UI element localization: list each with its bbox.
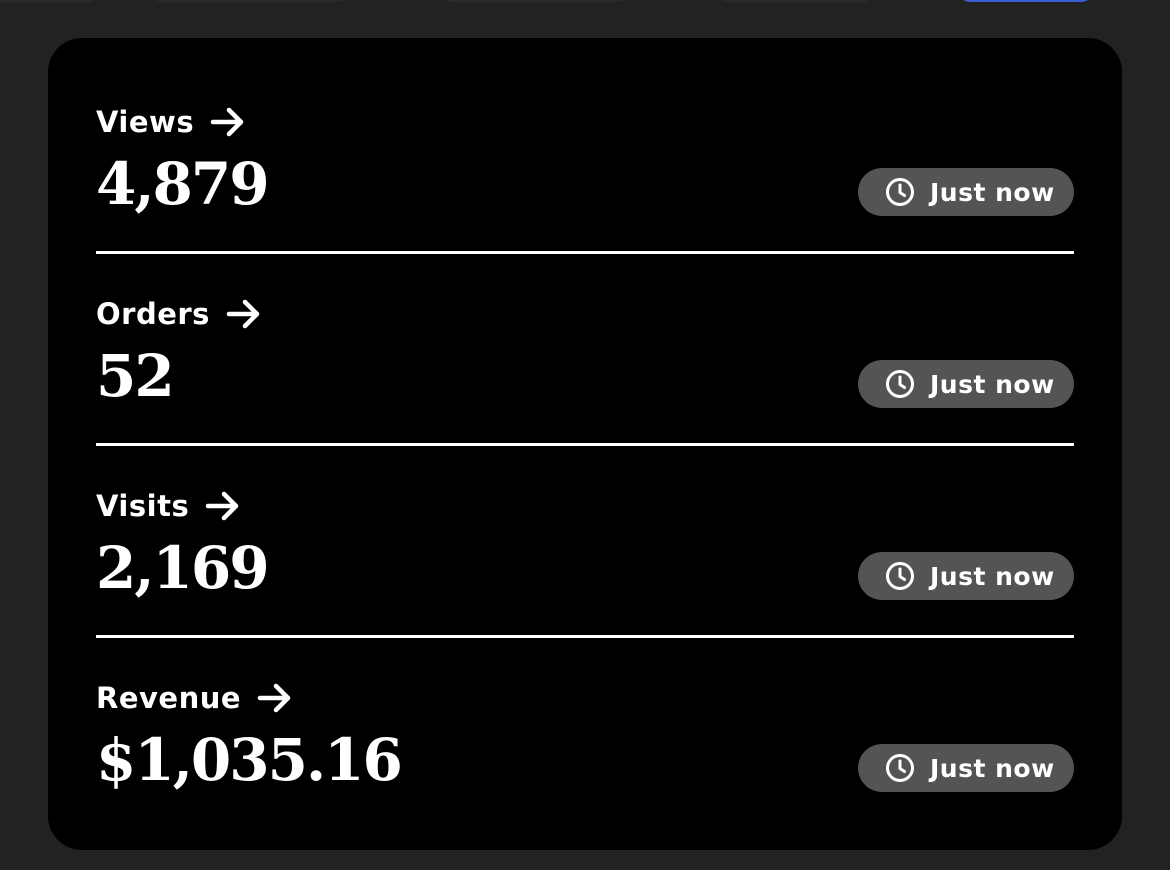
metric-revenue-link[interactable]: Revenue bbox=[96, 678, 295, 718]
tab-3[interactable] bbox=[440, 0, 630, 2]
updated-text: Just now bbox=[930, 561, 1055, 591]
metrics-card: Views 4,879 Just now Orders 52 Just now bbox=[48, 38, 1122, 850]
clock-icon bbox=[884, 560, 916, 592]
metric-label: Views bbox=[96, 105, 195, 139]
metric-views-link[interactable]: Views bbox=[96, 102, 248, 142]
metric-value: $1,035.16 bbox=[96, 726, 403, 794]
updated-badge: Just now bbox=[858, 168, 1074, 216]
updated-badge: Just now bbox=[858, 552, 1074, 600]
metric-revenue: Revenue $1,035.16 Just now bbox=[96, 614, 1074, 806]
metric-label: Visits bbox=[96, 489, 190, 523]
tab-2[interactable] bbox=[150, 0, 350, 2]
clock-icon bbox=[884, 176, 916, 208]
updated-text: Just now bbox=[930, 177, 1055, 207]
arrow-right-icon bbox=[208, 102, 248, 142]
metric-orders: Orders 52 Just now bbox=[96, 230, 1074, 422]
clock-icon bbox=[884, 752, 916, 784]
metric-orders-link[interactable]: Orders bbox=[96, 294, 264, 334]
metric-views: Views 4,879 Just now bbox=[96, 38, 1074, 230]
metric-visits-link[interactable]: Visits bbox=[96, 486, 243, 526]
metric-value: 4,879 bbox=[96, 150, 270, 218]
metric-value: 2,169 bbox=[96, 534, 270, 602]
tab-1[interactable] bbox=[0, 0, 100, 2]
updated-text: Just now bbox=[930, 753, 1055, 783]
arrow-right-icon bbox=[203, 486, 243, 526]
metric-label: Revenue bbox=[96, 681, 242, 715]
metric-value: 52 bbox=[96, 342, 175, 410]
tab-4[interactable] bbox=[715, 0, 875, 2]
updated-text: Just now bbox=[930, 369, 1055, 399]
clock-icon bbox=[884, 368, 916, 400]
updated-badge: Just now bbox=[858, 360, 1074, 408]
arrow-right-icon bbox=[255, 678, 295, 718]
metric-visits: Visits 2,169 Just now bbox=[96, 422, 1074, 614]
updated-badge: Just now bbox=[858, 744, 1074, 792]
arrow-right-icon bbox=[224, 294, 264, 334]
metric-label: Orders bbox=[96, 297, 210, 331]
tab-active[interactable] bbox=[958, 0, 1093, 2]
